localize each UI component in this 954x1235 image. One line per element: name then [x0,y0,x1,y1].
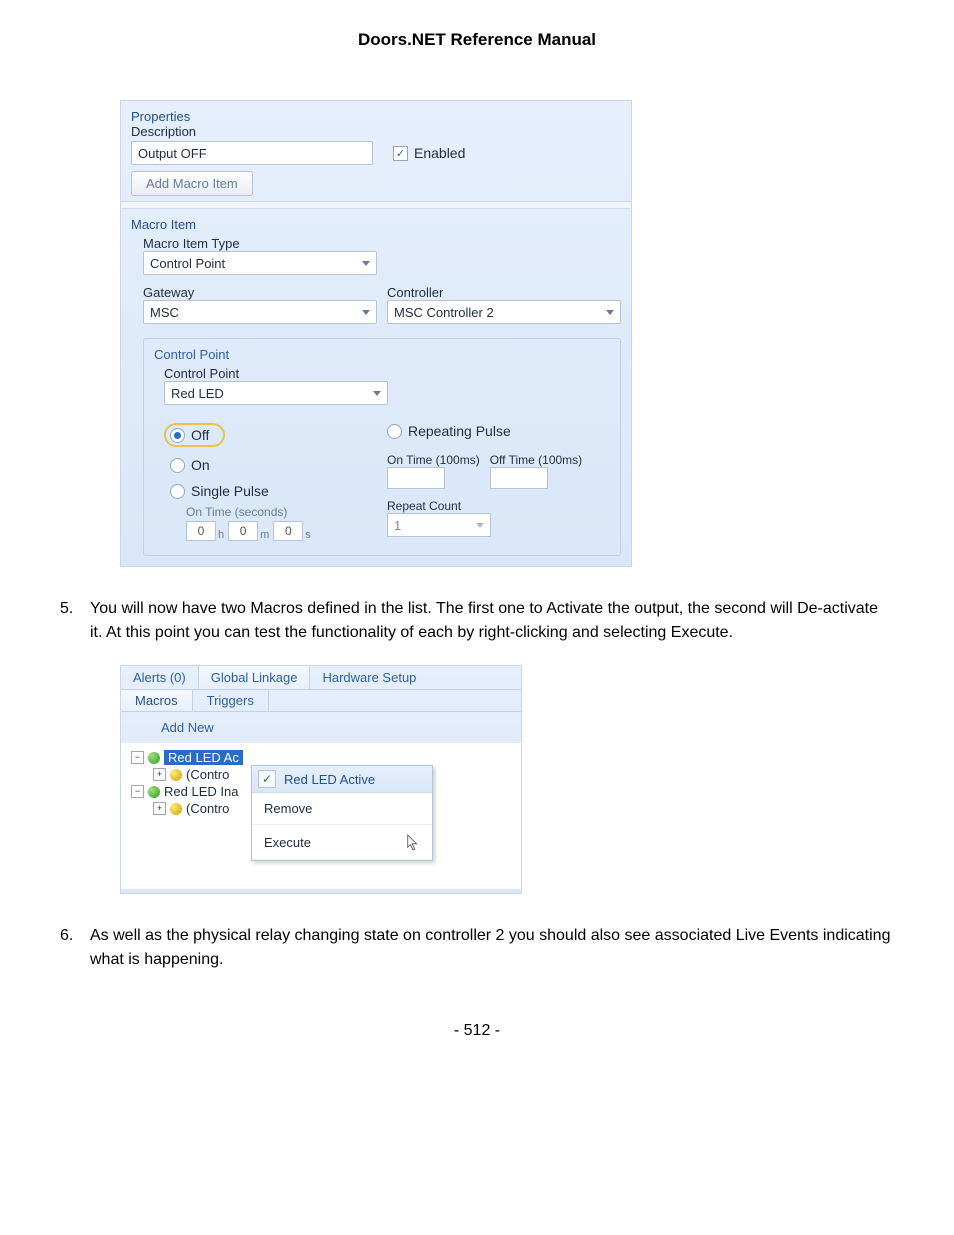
gateway-dropdown[interactable]: MSC [143,300,377,324]
control-point-dropdown[interactable]: Red LED [164,381,388,405]
on-time-m-input[interactable]: 0 [228,521,258,541]
document-title: Doors.NET Reference Manual [60,30,894,50]
step-6: 6. As well as the physical relay changin… [60,924,894,972]
context-menu-remove[interactable]: Remove [252,793,432,825]
expander-minus-icon[interactable]: − [131,751,144,764]
context-menu-title: Red LED Active [284,772,375,787]
expander-plus-icon[interactable]: + [153,802,166,815]
gateway-label: Gateway [143,285,377,300]
radio-off[interactable] [170,428,185,443]
cursor-icon [406,833,420,851]
step-6-text: As well as the physical relay changing s… [90,924,894,972]
context-execute-label: Execute [264,835,311,850]
unit-m: m [260,529,269,541]
off-time-100-label: Off Time (100ms) [490,453,582,467]
panel-divider [121,201,631,209]
tab-alerts[interactable]: Alerts (0) [121,666,199,689]
controller-dropdown[interactable]: MSC Controller 2 [387,300,621,324]
repeat-count-label: Repeat Count [387,499,610,513]
radio-single-pulse-label: Single Pulse [191,483,269,499]
add-new-link[interactable]: Add New [121,716,521,743]
properties-panel: Properties Description Output OFF ✓ Enab… [120,100,632,567]
radio-repeating-pulse-label: Repeating Pulse [408,423,511,439]
child-node-icon [170,769,182,781]
check-icon: ✓ [258,770,276,788]
radio-off-label: Off [191,427,209,443]
radio-on-label: On [191,457,210,473]
subtab-triggers[interactable]: Triggers [193,690,269,711]
context-menu-execute[interactable]: Execute [252,825,432,860]
description-input[interactable]: Output OFF [131,141,373,165]
expander-plus-icon[interactable]: + [153,768,166,781]
radio-on[interactable] [170,458,185,473]
macro-node-icon [148,752,160,764]
tab-hardware-setup[interactable]: Hardware Setup [310,666,428,689]
step-5-text: You will now have two Macros defined in … [90,597,894,645]
step-5: 5. You will now have two Macros defined … [60,597,894,645]
child-node-icon [170,803,182,815]
properties-header: Properties [131,107,621,124]
context-remove-label: Remove [264,801,312,816]
on-time-s-input[interactable]: 0 [273,521,303,541]
on-time-seconds-label: On Time (seconds) [164,505,387,519]
macro-item-header: Macro Item [131,215,621,232]
control-point-group: Control Point Control Point Red LED Off [143,338,621,556]
page-number: - 512 - [60,1022,894,1040]
radio-single-pulse[interactable] [170,484,185,499]
enabled-label: Enabled [414,145,465,161]
on-time-100-input[interactable] [387,467,445,489]
on-time-h-input[interactable]: 0 [186,521,216,541]
tree-item-red-led-inactive[interactable]: Red LED Ina [164,784,238,799]
context-menu-header: ✓ Red LED Active [252,766,432,793]
add-macro-item-button[interactable]: Add Macro Item [131,171,253,196]
unit-h: h [218,529,224,541]
macro-node-icon [148,786,160,798]
control-point-group-title: Control Point [154,347,610,362]
control-point-label: Control Point [164,366,610,381]
tree-item-red-led-active[interactable]: Red LED Ac [164,750,243,765]
macro-item-type-dropdown[interactable]: Control Point [143,251,377,275]
on-time-100-label: On Time (100ms) [387,453,480,467]
tab-global-linkage[interactable]: Global Linkage [199,666,311,689]
tree-item-child-2[interactable]: (Contro [186,801,229,816]
step-6-number: 6. [60,924,90,972]
controller-label: Controller [387,285,621,300]
context-menu: ✓ Red LED Active Remove Execute [251,765,433,861]
repeat-count-input[interactable]: 1 [387,513,491,537]
radio-repeating-pulse[interactable] [387,424,402,439]
top-tab-row: Alerts (0) Global Linkage Hardware Setup [121,666,521,690]
macro-item-type-label: Macro Item Type [143,236,621,251]
macro-tree: − Red LED Ac + (Contro − Red LED Ina + (… [121,743,521,889]
subtab-macros[interactable]: Macros [121,690,193,711]
expander-minus-icon[interactable]: − [131,785,144,798]
off-time-100-input[interactable] [490,467,548,489]
enabled-checkbox[interactable]: ✓ [393,146,408,161]
unit-s: s [305,529,311,541]
step-5-number: 5. [60,597,90,645]
tree-item-child-1[interactable]: (Contro [186,767,229,782]
sub-tab-row: Macros Triggers [121,690,521,712]
description-label: Description [131,124,621,139]
macros-panel: Alerts (0) Global Linkage Hardware Setup… [120,665,522,894]
radio-off-highlight: Off [164,423,225,447]
